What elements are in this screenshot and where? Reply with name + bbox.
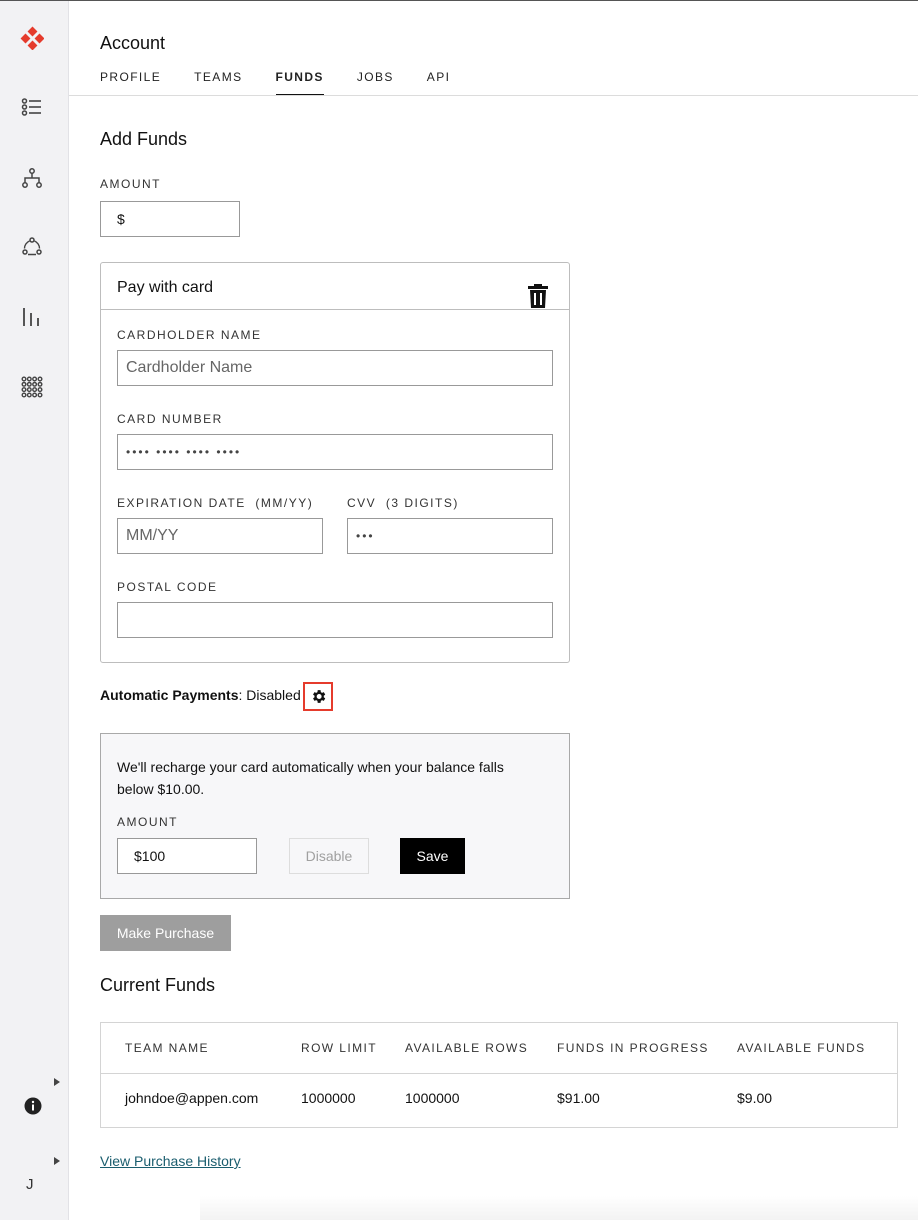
view-purchase-history-link[interactable]: View Purchase History <box>100 1153 241 1169</box>
tabs-divider <box>69 95 918 96</box>
cardholder-name-label: CARDHOLDER NAME <box>117 328 262 342</box>
list-icon[interactable] <box>20 95 44 119</box>
window-top-border <box>0 0 918 1</box>
card-number-input[interactable]: •••• •••• •••• •••• <box>117 434 553 470</box>
cell-available-rows: 1000000 <box>405 1090 460 1106</box>
table-divider <box>101 1073 897 1074</box>
tab-jobs[interactable]: JOBS <box>357 69 394 96</box>
column-header-funds-in-progress: FUNDS IN PROGRESS <box>557 1041 709 1055</box>
expiration-date-label: EXPIRATION DATE (MM/YY) <box>117 496 314 510</box>
auto-recharge-description: We'll recharge your card automatically w… <box>117 759 504 797</box>
save-button[interactable]: Save <box>400 838 465 874</box>
expiration-date-input[interactable]: MM/YY <box>117 518 323 554</box>
automatic-payments-label: Automatic Payments <box>100 687 239 703</box>
column-header-row-limit: ROW LIMIT <box>301 1041 377 1055</box>
auto-payments-settings-button[interactable] <box>303 682 333 711</box>
account-tabs: PROFILE TEAMS FUNDS JOBS API <box>100 69 483 96</box>
postal-code-label: POSTAL CODE <box>117 580 218 594</box>
auto-amount-input[interactable]: $100 <box>117 838 257 874</box>
cell-team-name: johndoe@appen.com <box>125 1090 259 1106</box>
amount-input[interactable]: $ <box>100 201 240 237</box>
tab-teams[interactable]: TEAMS <box>194 69 242 96</box>
add-funds-heading: Add Funds <box>100 129 188 149</box>
user-avatar[interactable]: J <box>26 1176 34 1193</box>
page-title: Account <box>100 33 166 53</box>
cardholder-name-input[interactable]: Cardholder Name <box>117 350 553 386</box>
apps-grid-icon[interactable] <box>20 375 44 399</box>
auto-recharge-panel: We'll recharge your card automatically w… <box>100 733 570 899</box>
postal-code-input[interactable] <box>117 602 553 638</box>
tab-funds[interactable]: FUNDS <box>275 69 324 96</box>
hierarchy-icon[interactable] <box>20 166 44 190</box>
card-panel-title: Pay with card <box>117 279 214 296</box>
column-header-available-rows: AVAILABLE ROWS <box>405 1041 529 1055</box>
cell-row-limit: 1000000 <box>301 1090 356 1106</box>
cell-funds-in-progress: $91.00 <box>557 1090 600 1106</box>
automatic-payments-status: Automatic Payments: Disabled <box>100 687 301 703</box>
column-header-team-name: TEAM NAME <box>125 1041 209 1055</box>
make-purchase-button[interactable]: Make Purchase <box>100 915 231 951</box>
logo-icon[interactable] <box>20 26 44 50</box>
automatic-payments-state: : Disabled <box>238 687 301 703</box>
column-header-available-funds: AVAILABLE FUNDS <box>737 1041 866 1055</box>
funds-table: TEAM NAME ROW LIMIT AVAILABLE ROWS FUNDS… <box>100 1022 898 1128</box>
current-funds-heading: Current Funds <box>100 975 216 995</box>
trash-icon[interactable] <box>528 284 548 308</box>
pay-with-card-panel: Pay with card CARDHOLDER NAME Cardholder… <box>100 262 570 663</box>
cvv-input[interactable]: ••• <box>347 518 553 554</box>
disable-button[interactable]: Disable <box>289 838 369 874</box>
workflow-icon[interactable] <box>20 235 44 259</box>
gear-icon <box>313 690 326 703</box>
user-menu-caret-icon[interactable] <box>54 1157 60 1165</box>
card-number-label: CARD NUMBER <box>117 412 223 426</box>
amount-label: AMOUNT <box>100 177 161 191</box>
cell-available-funds: $9.00 <box>737 1090 773 1106</box>
card-panel-header: Pay with card <box>101 263 569 310</box>
scroll-shadow <box>200 1196 918 1220</box>
info-icon[interactable] <box>24 1097 42 1115</box>
tab-profile[interactable]: PROFILE <box>100 69 161 96</box>
tab-api[interactable]: API <box>427 69 451 96</box>
cvv-label: CVV (3 DIGITS) <box>347 496 459 510</box>
bar-chart-icon[interactable] <box>20 305 44 329</box>
auto-amount-label: AMOUNT <box>117 815 178 829</box>
expand-caret-icon[interactable] <box>54 1078 60 1086</box>
sidebar: J <box>0 1 69 1220</box>
